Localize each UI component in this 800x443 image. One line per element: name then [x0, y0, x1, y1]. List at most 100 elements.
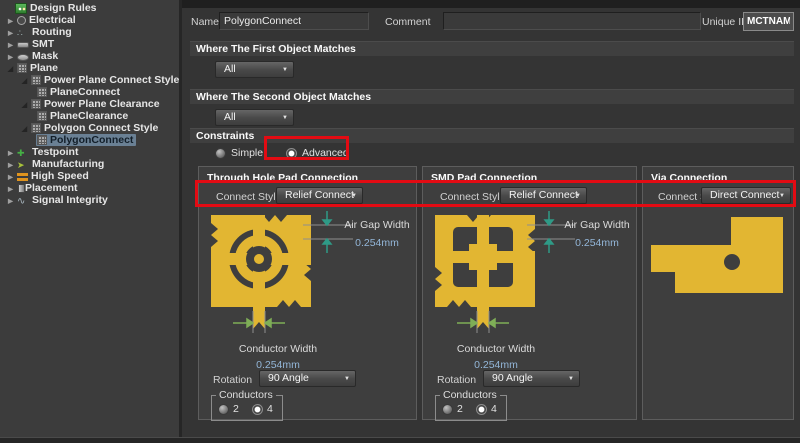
tree-item-polygon-connect-selected[interactable]: PolygonConnect	[0, 134, 179, 146]
panel-title: Via Connection	[651, 172, 727, 184]
expand-icon[interactable]	[5, 182, 16, 194]
radio-selected-icon[interactable]	[252, 404, 263, 415]
tree-item-label: Design Rules	[30, 2, 97, 14]
first-object-scope-dropdown[interactable]: All	[215, 61, 294, 78]
tree-item-mask[interactable]: Mask	[0, 50, 179, 62]
tree-item-placement[interactable]: Placement	[0, 182, 179, 194]
expand-icon[interactable]	[5, 194, 16, 206]
expand-icon[interactable]	[5, 146, 16, 158]
conductors-4-radio[interactable]: 4	[252, 403, 273, 415]
radio-icon[interactable]	[218, 404, 229, 415]
connect-style-label: Connect Style	[440, 191, 505, 203]
testpoint-icon	[17, 147, 29, 158]
expand-icon[interactable]	[5, 14, 16, 26]
unique-id-label: Unique ID	[702, 16, 749, 28]
tree-item-label: PlaneConnect	[50, 86, 120, 98]
collapse-icon[interactable]	[19, 74, 30, 86]
second-object-section-header: Where The Second Object Matches	[190, 89, 794, 104]
tree-item-manufacturing[interactable]: Manufacturing	[0, 158, 179, 170]
tree-item-label: Signal Integrity	[32, 194, 108, 206]
name-label: Name	[191, 16, 219, 28]
tree-item-power-plane-clearance[interactable]: Power Plane Clearance	[0, 98, 179, 110]
collapse-icon[interactable]	[5, 62, 16, 74]
panel-title: Through Hole Pad Connection	[207, 172, 358, 184]
tree-item-label: Placement	[25, 182, 78, 194]
tree-item-signal-integrity[interactable]: Signal Integrity	[0, 194, 179, 206]
conductors-groupbox: Conductors 2 4	[211, 395, 283, 421]
routing-icon	[17, 27, 29, 38]
conductor-width-label: Conductor Width	[423, 343, 569, 355]
connect-style-dropdown[interactable]: Direct Connect	[701, 187, 791, 204]
advanced-mode-radio[interactable]: Advanced	[286, 147, 349, 159]
dropdown-value: 90 Angle	[492, 372, 533, 384]
air-gap-width-label: Air Gap Width	[561, 219, 633, 231]
mask-icon	[17, 54, 29, 61]
tree-item-label: PlaneClearance	[50, 110, 128, 122]
comment-label: Comment	[385, 16, 431, 28]
tree-item-electrical[interactable]: Electrical	[0, 14, 179, 26]
tree-item-testpoint[interactable]: Testpoint	[0, 146, 179, 158]
conductors-2-radio[interactable]: 2	[442, 403, 463, 415]
comment-input[interactable]	[443, 12, 701, 30]
tree-item-label: Polygon Connect Style	[44, 122, 158, 134]
radio-icon[interactable]	[442, 404, 453, 415]
second-object-scope-dropdown[interactable]: All	[215, 109, 294, 126]
tree-item-plane-clearance[interactable]: PlaneClearance	[0, 110, 179, 122]
conductor-width-label: Conductor Width	[205, 343, 351, 355]
radio-icon[interactable]	[215, 148, 226, 159]
tree-item-plane-connect[interactable]: PlaneConnect	[0, 86, 179, 98]
copper-polygon	[651, 217, 783, 293]
plane-icon	[31, 75, 41, 85]
plane-icon	[31, 123, 41, 133]
manufacturing-icon	[17, 159, 29, 170]
conductors-2-radio[interactable]: 2	[218, 403, 239, 415]
conductors-4-radio[interactable]: 4	[476, 403, 497, 415]
polygon-connect-rule-dialog: Design Rules Electrical Routing SMT Mask…	[0, 0, 800, 443]
simple-mode-radio[interactable]: Simple	[215, 147, 263, 159]
dropdown-value: All	[224, 111, 236, 123]
tree-item-design-rules[interactable]: Design Rules	[0, 2, 179, 14]
signal-integrity-icon	[17, 195, 29, 206]
option-label: 4	[491, 403, 497, 415]
through-hole-pad-connection-panel: Through Hole Pad Connection Connect Styl…	[198, 166, 417, 420]
tree-item-label: Plane	[30, 62, 58, 74]
collapse-icon[interactable]	[19, 98, 30, 110]
tree-item-plane[interactable]: Plane	[0, 62, 179, 74]
expand-icon[interactable]	[5, 38, 16, 50]
connect-style-dropdown[interactable]: Relief Connect	[500, 187, 587, 204]
dropdown-value: All	[224, 63, 236, 75]
panel-title: SMD Pad Connection	[431, 172, 537, 184]
tree-item-label: Mask	[32, 50, 58, 62]
tree-item-label: PolygonConnect	[50, 134, 133, 146]
bottom-strip	[0, 437, 800, 443]
tree-item-label: High Speed	[31, 170, 89, 182]
collapse-icon[interactable]	[19, 122, 30, 134]
expand-icon[interactable]	[5, 170, 16, 182]
radio-selected-icon[interactable]	[476, 404, 487, 415]
tree-item-routing[interactable]: Routing	[0, 26, 179, 38]
rotation-dropdown[interactable]: 90 Angle	[483, 370, 580, 387]
expand-icon[interactable]	[5, 158, 16, 170]
expand-icon[interactable]	[5, 26, 16, 38]
conductors-label: Conductors	[216, 389, 276, 401]
tree-item-high-speed[interactable]: High Speed	[0, 170, 179, 182]
tree-item-polygon-connect-style[interactable]: Polygon Connect Style	[0, 122, 179, 134]
name-input[interactable]	[219, 12, 369, 30]
conductors-label: Conductors	[440, 389, 500, 401]
rule-icon	[37, 111, 47, 121]
rule-icon	[37, 135, 47, 145]
dropdown-value: 90 Angle	[268, 372, 309, 384]
unique-id-input[interactable]	[743, 12, 794, 31]
expand-icon[interactable]	[5, 50, 16, 62]
tree-item-power-plane-connect-style[interactable]: Power Plane Connect Style	[0, 74, 179, 86]
connect-style-dropdown[interactable]: Relief Connect	[276, 187, 363, 204]
tree-item-smt[interactable]: SMT	[0, 38, 179, 50]
vertical-conductor-spokes	[477, 215, 489, 329]
rotation-dropdown[interactable]: 90 Angle	[259, 370, 356, 387]
tree-item-label: Routing	[32, 26, 72, 38]
air-gap-width-value: 0.254mm	[561, 237, 633, 249]
plane-icon	[17, 63, 27, 73]
radio-selected-icon[interactable]	[286, 148, 297, 159]
placement-icon	[18, 184, 25, 193]
connect-style-label: Connect Style	[216, 191, 281, 203]
